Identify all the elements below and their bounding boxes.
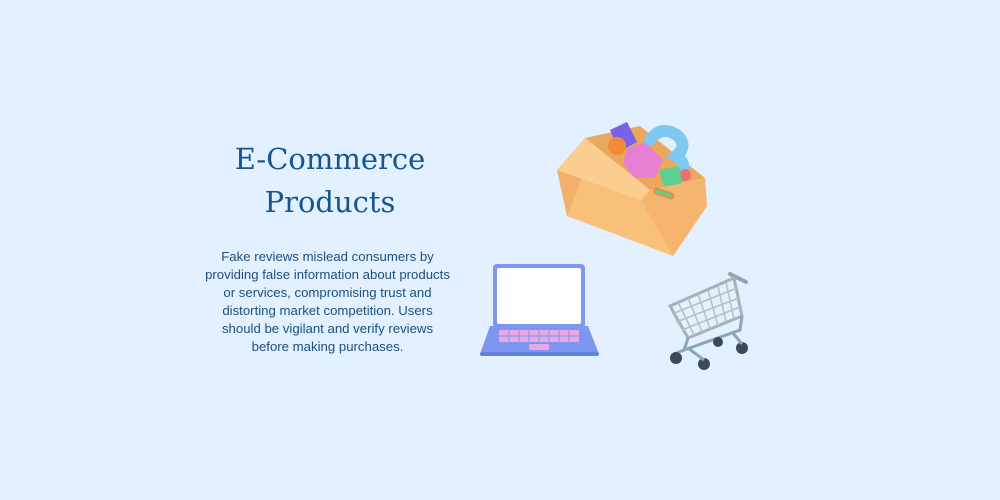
title-line-2: Products [264, 185, 396, 219]
box-of-goods-icon [545, 108, 725, 268]
description-text: Fake reviews mislead consumers by provid… [205, 249, 450, 354]
title-line-1: E-Commerce [234, 142, 426, 176]
shopping-cart-icon [660, 268, 755, 373]
laptop-icon [476, 258, 606, 363]
page-title: E-Commerce Products [180, 138, 480, 224]
